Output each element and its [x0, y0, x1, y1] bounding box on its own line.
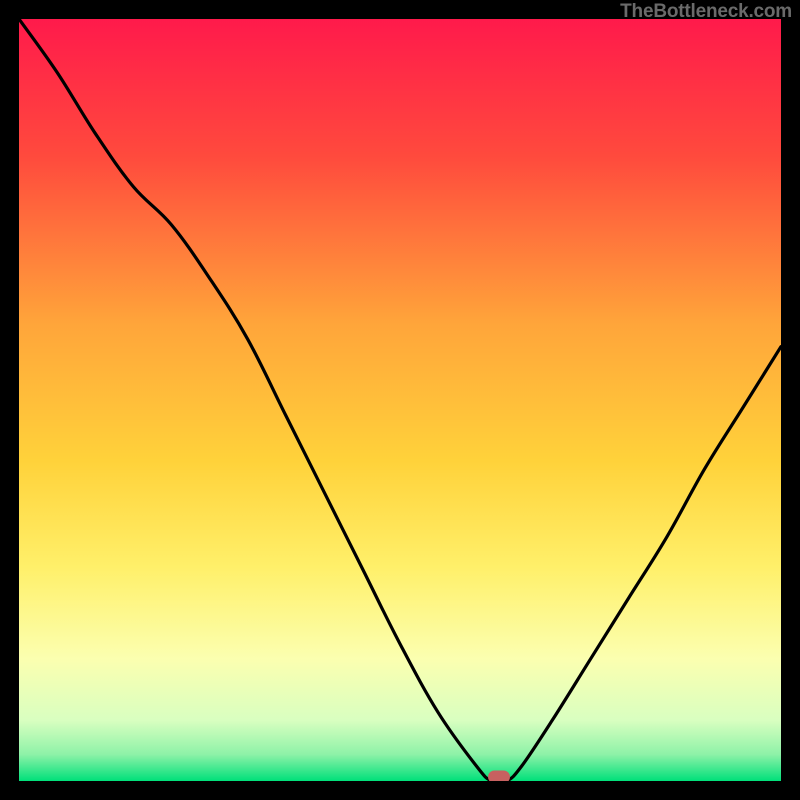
bottleneck-curve [19, 19, 781, 781]
optimal-marker [488, 771, 510, 781]
plot-area [19, 19, 781, 781]
bottleneck-chart: TheBottleneck.com [0, 0, 800, 800]
curve-layer [19, 19, 781, 781]
